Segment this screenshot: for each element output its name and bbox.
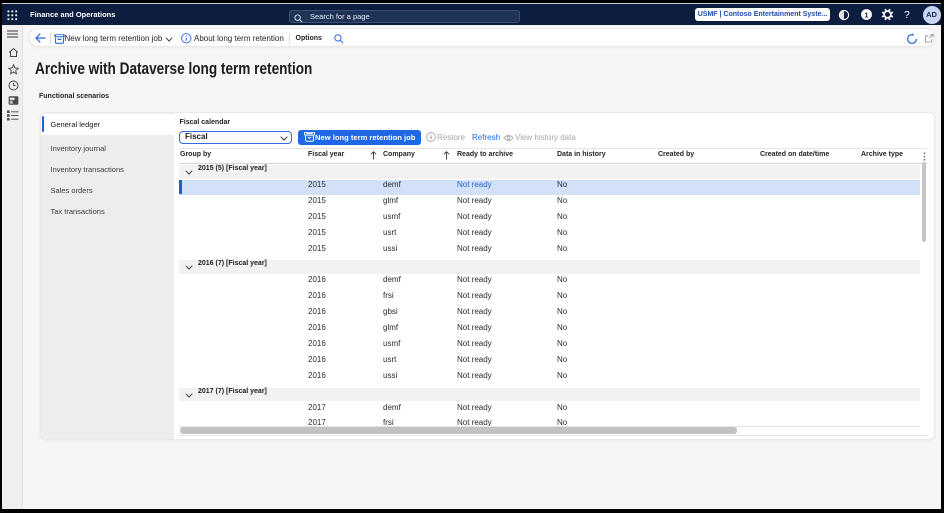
svg-text:1: 1 <box>864 10 868 19</box>
